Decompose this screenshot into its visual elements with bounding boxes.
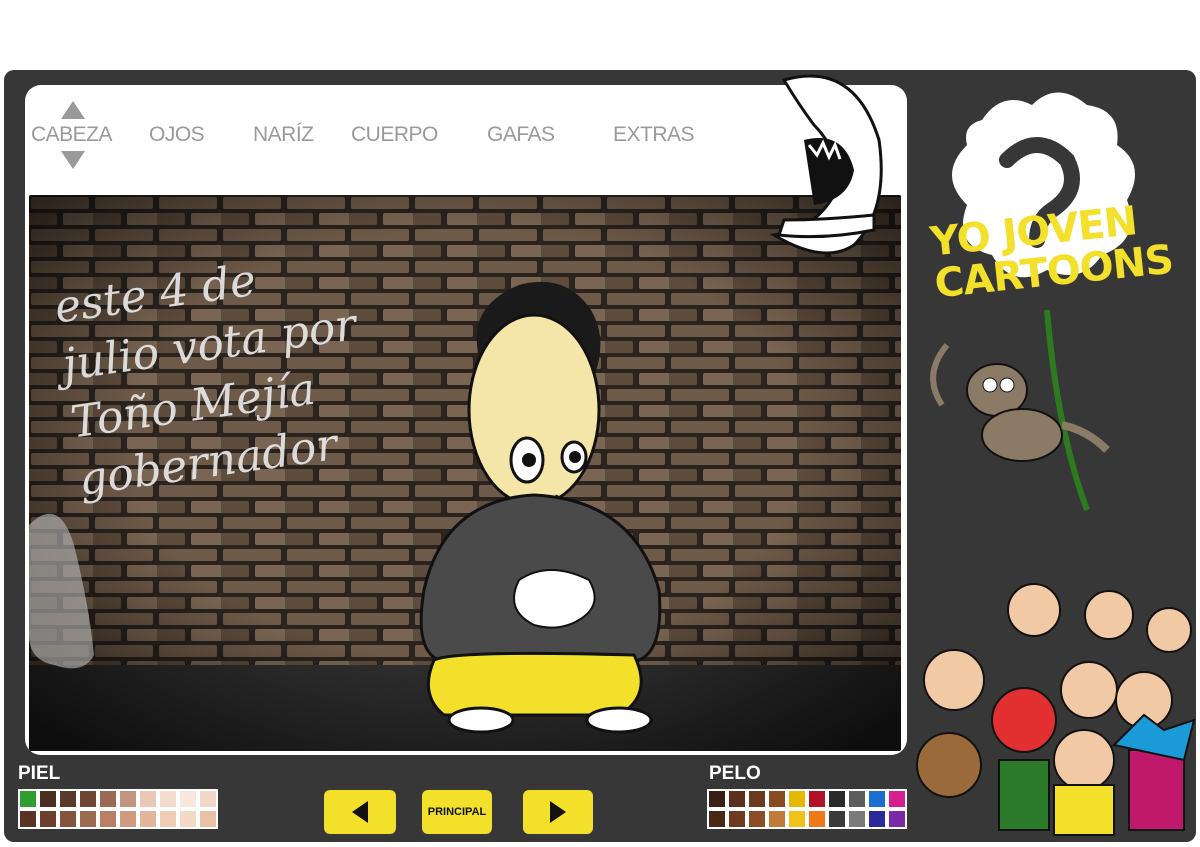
hair-color-swatch[interactable] (709, 791, 725, 807)
skin-color-swatch[interactable] (140, 811, 156, 827)
skin-color-swatch[interactable] (80, 811, 96, 827)
skin-color-swatch[interactable] (100, 791, 116, 807)
hair-color-swatch[interactable] (869, 791, 885, 807)
hair-color-palette (707, 789, 907, 829)
tab-extras[interactable]: EXTRAS (613, 123, 695, 147)
hair-color-swatch[interactable] (769, 811, 785, 827)
hair-color-swatch[interactable] (889, 811, 905, 827)
skin-color-swatch[interactable] (160, 791, 176, 807)
skin-color-swatch[interactable] (80, 791, 96, 807)
hair-color-swatch[interactable] (729, 791, 745, 807)
cartoon-crowd-illustration (916, 583, 1196, 836)
next-button[interactable] (523, 790, 593, 834)
hair-color-swatch[interactable] (729, 811, 745, 827)
principal-label: PRINCIPAL (427, 806, 487, 818)
arrow-up-icon[interactable] (61, 101, 85, 119)
hair-color-swatch[interactable] (829, 791, 845, 807)
tab-body[interactable]: CUERPO (351, 123, 438, 147)
hair-color-swatch[interactable] (869, 811, 885, 827)
skin-color-swatch[interactable] (40, 791, 56, 807)
hair-color-swatch[interactable] (749, 811, 765, 827)
category-tabs: CABEZA OJOS NARÍZ CUERPO GAFAS EXTRAS (25, 85, 725, 185)
skin-color-swatch[interactable] (160, 811, 176, 827)
hair-color-swatch[interactable] (809, 811, 825, 827)
hair-color-swatch[interactable] (809, 791, 825, 807)
tab-head[interactable]: CABEZA (31, 123, 113, 147)
skin-color-swatch[interactable] (180, 811, 196, 827)
skin-color-swatch[interactable] (60, 791, 76, 807)
yo-joven-splat-logo (930, 92, 1135, 512)
graffiti-text: este 4 de julio vota por Toño Mejía gobe… (51, 239, 376, 510)
tab-nose[interactable]: NARÍZ (253, 123, 314, 147)
hair-color-swatch[interactable] (889, 791, 905, 807)
skin-color-swatch[interactable] (180, 791, 196, 807)
skin-color-palette (18, 789, 218, 829)
hair-color-swatch[interactable] (849, 791, 865, 807)
skin-color-swatch[interactable] (20, 811, 36, 827)
skin-color-swatch[interactable] (120, 811, 136, 827)
principal-button[interactable]: PRINCIPAL (422, 790, 492, 834)
hair-color-swatch[interactable] (789, 791, 805, 807)
skin-color-swatch[interactable] (100, 811, 116, 827)
monkey-illustration (930, 343, 1110, 462)
mouth-creature-illustration (769, 74, 883, 255)
hair-color-swatch[interactable] (749, 791, 765, 807)
app-frame: CABEZA OJOS NARÍZ CUERPO GAFAS EXTRAS es… (4, 70, 1196, 842)
skin-color-swatch[interactable] (120, 791, 136, 807)
skin-color-swatch[interactable] (40, 811, 56, 827)
skin-color-swatch[interactable] (200, 811, 216, 827)
skin-color-swatch[interactable] (140, 791, 156, 807)
hair-color-swatch[interactable] (769, 791, 785, 807)
hair-color-swatch[interactable] (709, 811, 725, 827)
skin-color-swatch[interactable] (60, 811, 76, 827)
character-scene: este 4 de julio vota por Toño Mejía gobe… (29, 195, 901, 751)
skin-color-swatch[interactable] (200, 791, 216, 807)
hair-color-swatch[interactable] (849, 811, 865, 827)
arrow-right-icon (550, 801, 566, 823)
arrow-left-icon (352, 801, 368, 823)
hair-color-swatch[interactable] (829, 811, 845, 827)
skin-palette-label: PIEL (18, 763, 61, 784)
arrow-down-icon[interactable] (61, 151, 85, 169)
skin-color-swatch[interactable] (20, 791, 36, 807)
hair-palette-label: PELO (709, 763, 761, 784)
hair-color-swatch[interactable] (789, 811, 805, 827)
previous-button[interactable] (324, 790, 396, 834)
tab-eyes[interactable]: OJOS (149, 123, 205, 147)
tab-glasses[interactable]: GAFAS (487, 123, 555, 147)
